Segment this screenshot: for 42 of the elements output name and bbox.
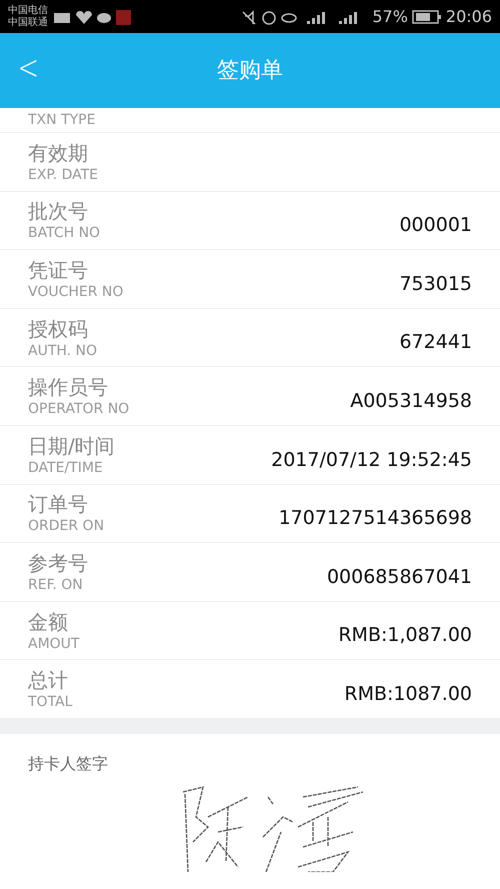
field-label: 总计 — [28, 667, 69, 694]
signal-icon — [307, 12, 326, 24]
field-value: 753015 — [399, 272, 472, 297]
field-label: 有效期 — [28, 140, 89, 166]
field-label: VOUCHER NO — [28, 282, 124, 301]
carrier-name: 中国电信 — [8, 4, 48, 16]
battery-percent: 57% — [372, 6, 408, 28]
field-label: 金额 — [28, 608, 69, 635]
carrier-name: 中国联通 — [8, 16, 48, 28]
field-value: A005314958 — [350, 388, 472, 414]
field-label: TXN TYPE — [28, 112, 96, 128]
field-label: TOTAL — [28, 693, 72, 712]
field-label: EXP. DATE — [28, 166, 98, 184]
signature-label: 持卡人签字 — [28, 752, 109, 775]
field-label: BATCH NO — [28, 224, 100, 242]
clock: 20:06 — [446, 6, 492, 28]
field-label: 凭证号 — [28, 256, 89, 283]
mute-icon — [242, 10, 256, 24]
field-label: AMOUT — [28, 634, 80, 653]
field-label: 批次号 — [28, 198, 89, 224]
field-value: RMB:1087.00 — [344, 682, 472, 707]
field-label: AUTH. NO — [28, 342, 98, 360]
field-label: OPERATOR NO — [28, 400, 130, 418]
field-label: 参考号 — [28, 550, 88, 576]
field-label: 操作员号 — [28, 374, 109, 400]
field-label: DATE/TIME — [28, 458, 104, 477]
back-button[interactable]: < — [18, 51, 39, 85]
field-label: 订单号 — [28, 491, 89, 518]
field-label: ORDER ON — [28, 517, 104, 536]
field-value: 672441 — [399, 330, 472, 356]
field-value: 000001 — [399, 213, 472, 238]
field-label: REF. ON — [28, 576, 84, 594]
field-label: 日期/时间 — [28, 432, 115, 459]
heart-icon — [76, 10, 92, 24]
field-value: 1707127514365698 — [278, 506, 472, 532]
signal-icon — [339, 12, 358, 24]
field-value: RMB:1,087.00 — [338, 623, 472, 648]
field-value: 2017/07/12 19:52:45 — [271, 448, 472, 473]
field-value: 000685867041 — [326, 564, 472, 590]
field-label: 授权码 — [28, 316, 89, 342]
page-title: 签购单 — [217, 57, 283, 85]
battery-icon — [412, 8, 442, 24]
